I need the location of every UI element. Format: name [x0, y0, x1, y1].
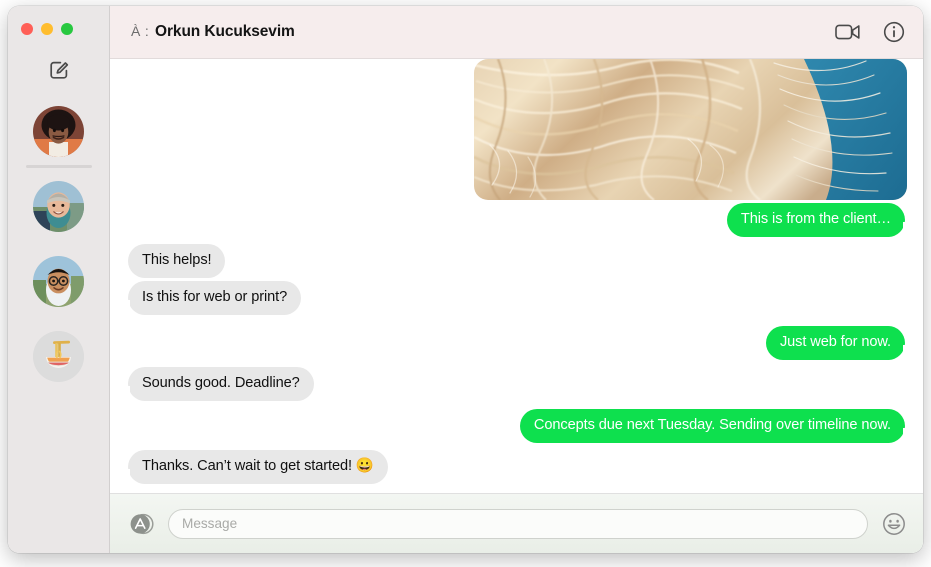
- message-bubble-m5[interactable]: Sounds good. Deadline?: [121, 367, 314, 402]
- attachment-row: [128, 59, 907, 200]
- smiley-face-icon: [883, 512, 905, 535]
- message-row-incoming: Sounds good. Deadline?: [121, 367, 905, 402]
- to-label: À :: [131, 23, 150, 39]
- message-bubble-m2[interactable]: This helps!: [128, 244, 226, 279]
- compose-bar: [110, 493, 923, 553]
- contact-name: Orkun Kucuksevim: [155, 23, 295, 40]
- recipient-field[interactable]: À : Orkun Kucuksevim: [131, 23, 835, 41]
- conversation-avatar-1: [33, 106, 84, 157]
- message-text: This helps!: [142, 252, 212, 269]
- message-text: Thanks. Can’t wait to get started! 😀: [142, 458, 374, 475]
- message-row-outgoing: Concepts due next Tuesday. Sending over …: [128, 408, 913, 443]
- details-info-button[interactable]: [883, 21, 905, 43]
- message-text: Concepts due next Tuesday. Sending over …: [533, 416, 891, 433]
- conversation-avatar-2: [33, 181, 84, 232]
- sidebar-conversation-4[interactable]: [33, 319, 84, 394]
- message-bubble-m4[interactable]: Just web for now.: [765, 325, 913, 360]
- close-button[interactable]: [21, 23, 33, 35]
- message-bubble-m7[interactable]: Thanks. Can’t wait to get started! 😀: [121, 450, 388, 485]
- message-text: Just web for now.: [779, 333, 891, 350]
- emoji-picker-button[interactable]: [881, 511, 907, 537]
- video-camera-icon: [835, 24, 860, 40]
- message-row-incoming: This helps!: [128, 244, 905, 279]
- minimize-button[interactable]: [41, 23, 53, 35]
- app-store-button[interactable]: [125, 510, 155, 538]
- window-controls: [21, 23, 73, 35]
- message-list[interactable]: This is from the client… This helps! Is …: [110, 59, 923, 493]
- message-text: This is from the client…: [740, 210, 891, 227]
- photo-attachment[interactable]: [474, 59, 907, 200]
- message-row-outgoing: This is from the client…: [128, 202, 913, 237]
- conversation-avatar-3: [33, 256, 84, 307]
- message-bubble-m6[interactable]: Concepts due next Tuesday. Sending over …: [519, 408, 913, 443]
- message-input[interactable]: [168, 508, 868, 539]
- conversation-header: À : Orkun Kucuksevim: [110, 6, 923, 59]
- conversation-avatar-4: [33, 331, 84, 382]
- message-bubble-m3[interactable]: Is this for web or print?: [120, 280, 302, 315]
- messages-window: À : Orkun Kucuksevim This is from the cl…: [8, 6, 923, 553]
- message-text: Is this for web or print?: [142, 288, 288, 305]
- message-row-incoming: Is this for web or print?: [120, 280, 905, 315]
- message-text: Sounds good. Deadline?: [142, 375, 300, 392]
- sidebar-conversation-3[interactable]: [33, 244, 84, 319]
- blonde-hair-photo: [474, 59, 907, 200]
- message-bubble-m1[interactable]: This is from the client…: [726, 202, 913, 237]
- info-circle-icon: [883, 21, 905, 43]
- message-row-incoming: Thanks. Can’t wait to get started! 😀: [121, 450, 905, 485]
- message-row-outgoing: Just web for now.: [128, 325, 913, 360]
- facetime-button[interactable]: [835, 23, 861, 41]
- compose-pencil-square-icon: [49, 61, 68, 79]
- sidebar-divider: [25, 165, 92, 168]
- sidebar-conversation-2[interactable]: [33, 169, 84, 244]
- sidebar: [8, 6, 110, 553]
- app-store-icon: [130, 513, 154, 534]
- compose-button[interactable]: [44, 55, 74, 85]
- header-actions: [835, 21, 905, 43]
- main-pane: À : Orkun Kucuksevim This is from the cl…: [110, 6, 923, 553]
- conversation-list: [25, 94, 92, 394]
- sidebar-conversation-1[interactable]: [33, 94, 84, 169]
- maximize-button[interactable]: [61, 23, 73, 35]
